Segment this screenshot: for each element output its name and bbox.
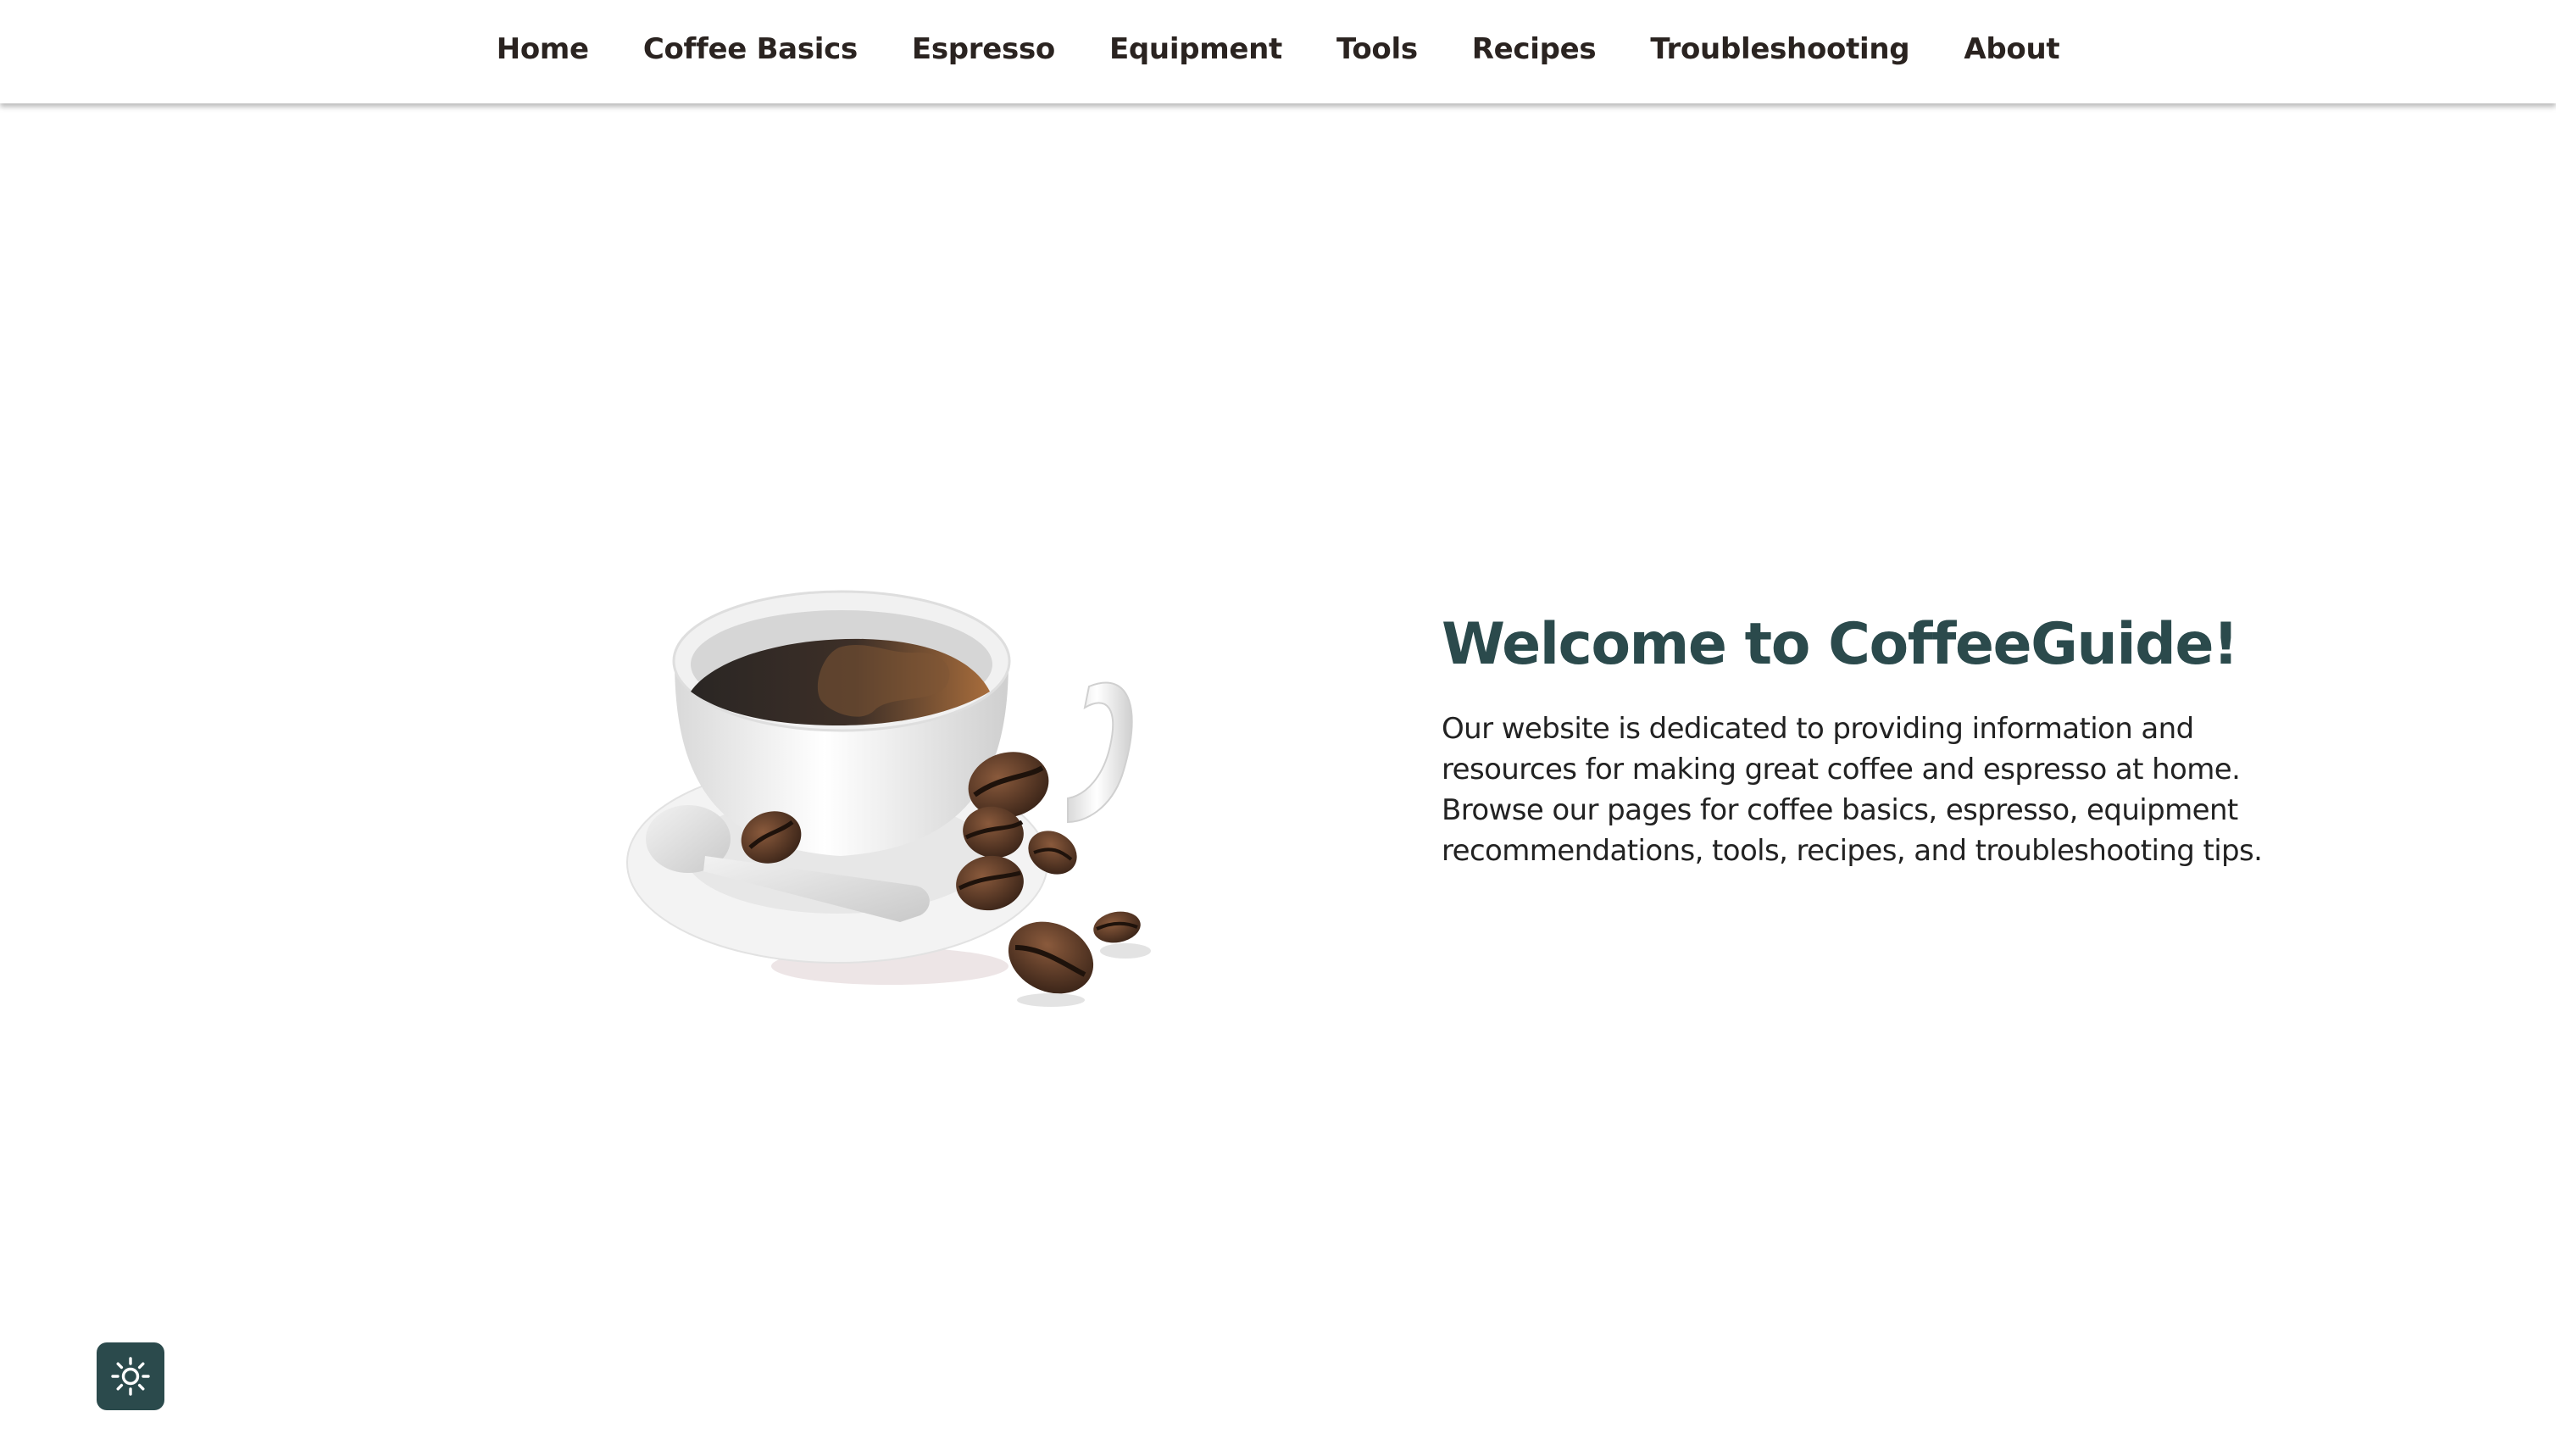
nav-link-about[interactable]: About: [1964, 32, 2059, 66]
nav-link-troubleshooting[interactable]: Troubleshooting: [1650, 32, 1909, 66]
theme-toggle-button[interactable]: [97, 1342, 164, 1410]
sun-icon: [111, 1357, 150, 1396]
nav-link-recipes[interactable]: Recipes: [1472, 32, 1597, 66]
hero-text-section: Welcome to CoffeeGuide! Our website is d…: [1442, 610, 2289, 871]
nav-link-home[interactable]: Home: [497, 32, 589, 66]
top-navigation-bar: Home Coffee Basics Espresso Equipment To…: [0, 0, 2556, 103]
nav-link-tools[interactable]: Tools: [1336, 32, 1418, 66]
nav-link-espresso[interactable]: Espresso: [912, 32, 1055, 66]
nav-link-coffee-basics[interactable]: Coffee Basics: [643, 32, 858, 66]
nav-link-equipment[interactable]: Equipment: [1109, 32, 1282, 66]
main-nav: Home Coffee Basics Espresso Equipment To…: [0, 0, 2556, 98]
coffee-cup-illustration: [610, 568, 1186, 1042]
coffee-cup-svg: [626, 590, 1151, 1007]
hero-title: Welcome to CoffeeGuide!: [1442, 611, 2239, 678]
hero-description: Our website is dedicated to providing in…: [1442, 711, 2263, 868]
